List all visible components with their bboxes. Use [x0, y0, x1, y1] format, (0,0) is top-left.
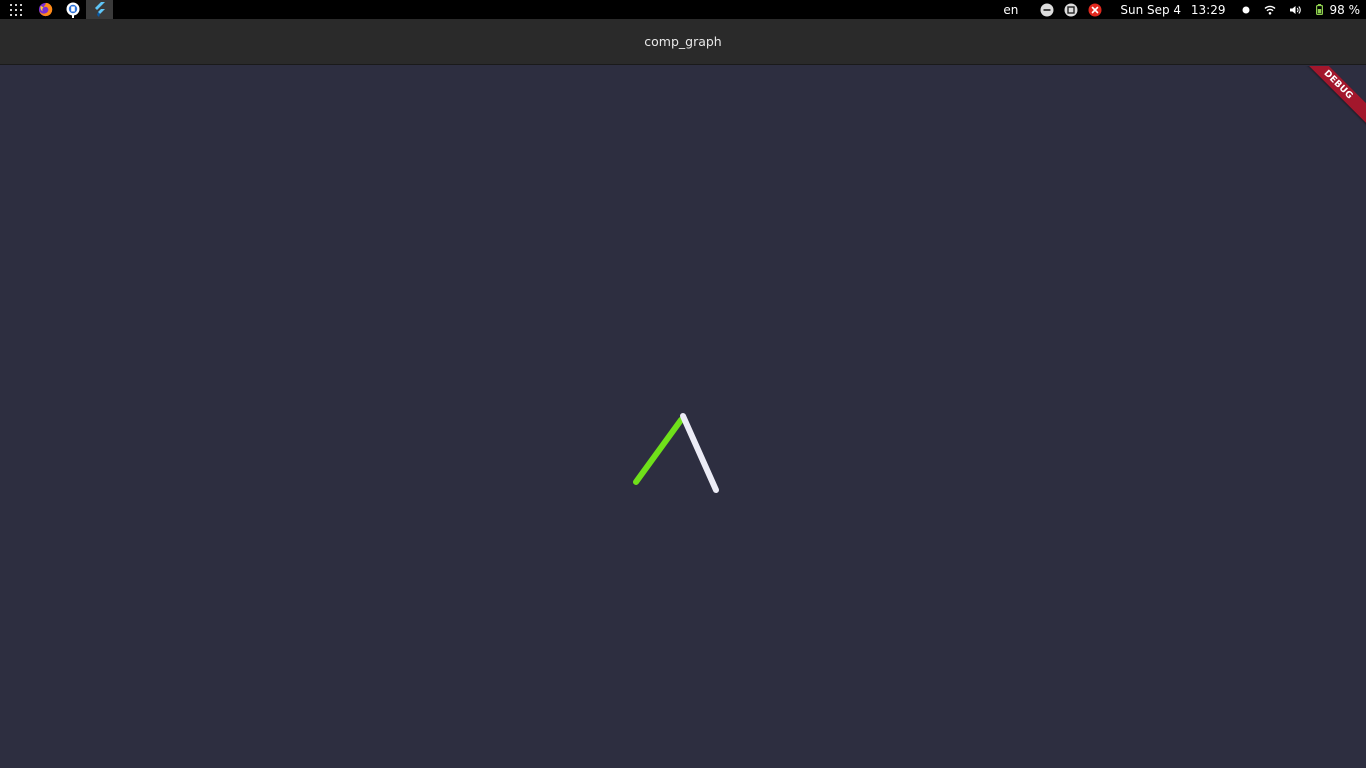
clock-date: Sun Sep 4: [1120, 2, 1182, 17]
system-top-bar: en Sun Sep 4 13:29 98 %: [0, 0, 1366, 19]
notification-dot-icon: [1242, 6, 1250, 14]
close-icon[interactable]: [1088, 3, 1102, 17]
keyboard-language[interactable]: en: [1003, 3, 1018, 17]
firefox-icon[interactable]: [32, 0, 59, 19]
dock: [0, 0, 113, 19]
minimize-icon[interactable]: [1040, 3, 1054, 17]
status-area: en Sun Sep 4 13:29 98 %: [1003, 0, 1366, 19]
battery-percentage: 98 %: [1329, 2, 1361, 17]
canvas-area[interactable]: DEBUG: [0, 66, 1366, 768]
green-edge: [633, 417, 684, 485]
computation-graph: [633, 413, 719, 493]
window-header[interactable]: comp_graph: [0, 19, 1366, 65]
white-edge: [680, 413, 719, 493]
clock-time: 13:29: [1190, 2, 1226, 17]
app-grid-icon[interactable]: [0, 0, 32, 19]
flutter-icon[interactable]: [86, 0, 113, 19]
battery-icon[interactable]: [1315, 4, 1323, 15]
window-title: comp_graph: [644, 34, 722, 49]
clock[interactable]: Sun Sep 4 13:29: [1120, 3, 1225, 17]
wifi-icon[interactable]: [1264, 5, 1276, 15]
app-icon[interactable]: [59, 0, 86, 19]
volume-icon[interactable]: [1289, 5, 1302, 15]
maximize-icon[interactable]: [1064, 3, 1078, 17]
